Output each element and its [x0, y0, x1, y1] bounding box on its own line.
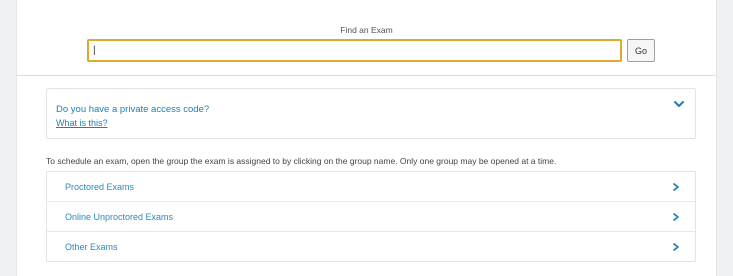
- search-section: Find an Exam Go: [17, 0, 716, 76]
- chevron-down-icon[interactable]: [673, 98, 685, 110]
- exam-page: Find an Exam Go Do you have a private ac…: [16, 0, 717, 276]
- chevron-right-icon: [673, 213, 679, 221]
- group-label: Proctored Exams: [65, 182, 135, 192]
- what-is-this-link[interactable]: What is this?: [56, 118, 108, 128]
- group-item-other[interactable]: Other Exams: [47, 232, 695, 262]
- search-label: Find an Exam: [340, 25, 393, 35]
- group-label: Online Unproctored Exams: [65, 212, 174, 222]
- chevron-right-icon: [673, 243, 679, 251]
- exam-group-list: Proctored Exams Online Unproctored Exams…: [46, 171, 696, 262]
- go-button[interactable]: Go: [627, 39, 655, 62]
- chevron-right-icon: [673, 183, 679, 191]
- group-item-proctored[interactable]: Proctored Exams: [47, 172, 695, 202]
- group-label: Other Exams: [65, 242, 118, 252]
- schedule-instructions: To schedule an exam, open the group the …: [46, 156, 557, 166]
- private-access-panel[interactable]: Do you have a private access code? What …: [46, 88, 696, 139]
- access-code-question: Do you have a private access code?: [56, 104, 210, 115]
- search-input[interactable]: [87, 39, 622, 62]
- group-item-online-unproctored[interactable]: Online Unproctored Exams: [47, 202, 695, 232]
